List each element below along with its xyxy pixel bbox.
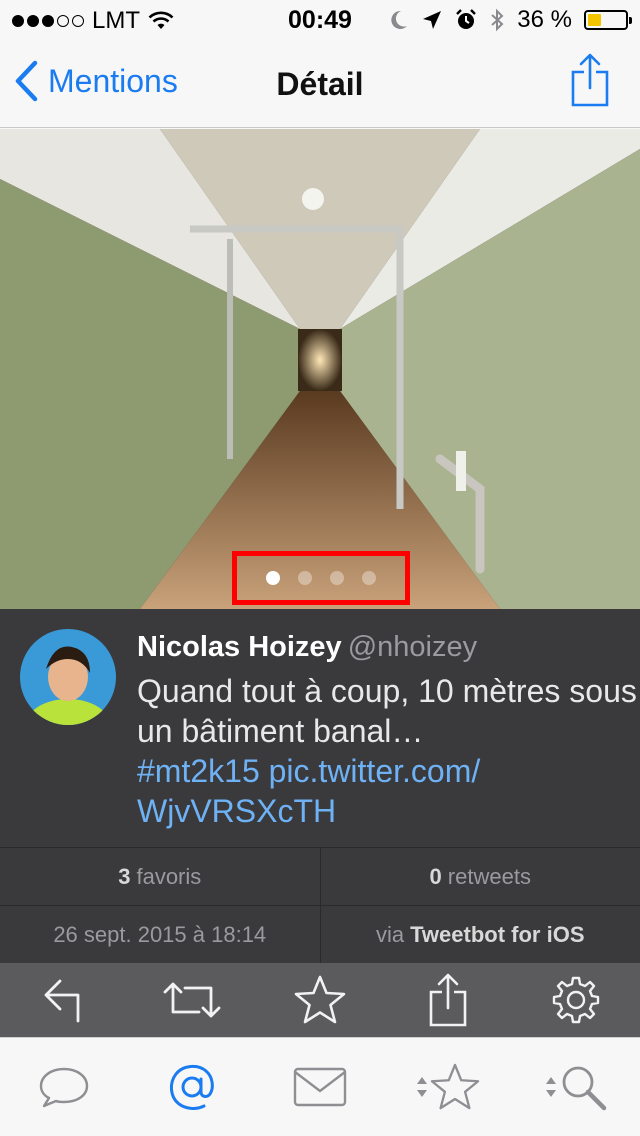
battery-percentage: 36 %: [517, 6, 572, 33]
share-icon: [429, 973, 467, 1027]
bluetooth-icon: [491, 8, 504, 32]
photo-link-line-1[interactable]: pic.twitter.com/: [269, 753, 481, 789]
page-dot-2[interactable]: [298, 571, 312, 585]
corridor-photo: [0, 129, 640, 609]
client-name: Tweetbot for iOS: [410, 921, 585, 947]
tweet-stats: 3 favoris 0 retweets 26 sept. 2015 à 18:…: [0, 847, 640, 963]
favorites-number: 3: [118, 863, 131, 889]
page-dot-4[interactable]: [362, 571, 376, 585]
battery-level: [588, 14, 601, 26]
tweet-text: Quand tout à coup, 10 mètres sous un bât…: [137, 671, 637, 831]
sort-arrows-icon: [546, 1077, 556, 1097]
retweets-label: retweets: [447, 863, 531, 889]
tweet-content: Nicolas Hoizey @nhoizey Quand tout à coup…: [0, 609, 640, 847]
tweet-date: 26 sept. 2015 à 18:14: [53, 921, 267, 947]
favorite-icon: [294, 975, 346, 1024]
sort-arrows-icon: [417, 1077, 427, 1097]
share-tweet-button[interactable]: [416, 970, 480, 1030]
retweet-button[interactable]: [160, 970, 224, 1030]
settings-icon: [552, 976, 600, 1024]
tweet-client[interactable]: via Tweetbot for iOS: [319, 906, 640, 963]
navigation-bar: Mentions Détail: [0, 40, 640, 128]
battery-icon: [584, 10, 632, 30]
status-right: 36 %: [389, 6, 632, 34]
via-label: via: [376, 921, 405, 947]
retweets-number: 0: [429, 863, 442, 889]
mentions-icon: [170, 1065, 214, 1110]
favorite-button[interactable]: [288, 970, 352, 1030]
retweets-count[interactable]: 0 retweets: [319, 848, 640, 905]
tab-bar: [0, 1037, 640, 1136]
tab-mentions[interactable]: [147, 1052, 237, 1122]
page-dot-3[interactable]: [330, 571, 344, 585]
share-button[interactable]: [570, 52, 610, 113]
tweet-photo[interactable]: [0, 129, 640, 609]
search-icon: [562, 1066, 607, 1111]
avatar[interactable]: [20, 629, 116, 725]
hashtag-link[interactable]: #mt2k15: [137, 753, 260, 789]
tab-messages[interactable]: [275, 1052, 365, 1122]
author-name: Nicolas Hoizey: [137, 631, 342, 663]
reply-icon: [44, 979, 80, 1023]
share-icon: [571, 53, 609, 107]
reply-button[interactable]: [32, 970, 96, 1030]
tab-search[interactable]: [531, 1052, 621, 1122]
tweet-body: Quand tout à coup, 10 mètres sous un bât…: [137, 673, 637, 749]
tab-timeline[interactable]: [19, 1052, 109, 1122]
page-title: Détail: [276, 66, 364, 102]
retweet-icon: [163, 982, 221, 1018]
stats-meta-row: 26 sept. 2015 à 18:14 via Tweetbot for i…: [0, 905, 640, 963]
moon-icon: [391, 10, 408, 29]
tweet-actions-toolbar: [0, 963, 640, 1037]
page-dot-1[interactable]: [266, 571, 280, 585]
stats-counts-row: 3 favoris 0 retweets: [0, 847, 640, 905]
favorites-count[interactable]: 3 favoris: [0, 848, 320, 905]
tweet-author[interactable]: Nicolas Hoizey @nhoizey: [137, 631, 477, 664]
alarm-icon: [456, 9, 477, 29]
messages-icon: [293, 1067, 347, 1107]
timeline-icon: [39, 1067, 89, 1108]
page-indicator[interactable]: [232, 551, 410, 605]
photo-link-line-2[interactable]: WjvVRSXcTH: [137, 793, 336, 829]
tab-favorites[interactable]: [403, 1052, 493, 1122]
status-bar: LMT 00:49 36 %: [0, 0, 640, 40]
favorites-icon: [430, 1063, 480, 1110]
settings-button[interactable]: [544, 970, 608, 1030]
favorites-label: favoris: [136, 863, 202, 889]
location-arrow-icon: [423, 11, 442, 29]
author-handle: @nhoizey: [347, 631, 478, 663]
avatar-image: [20, 629, 116, 725]
